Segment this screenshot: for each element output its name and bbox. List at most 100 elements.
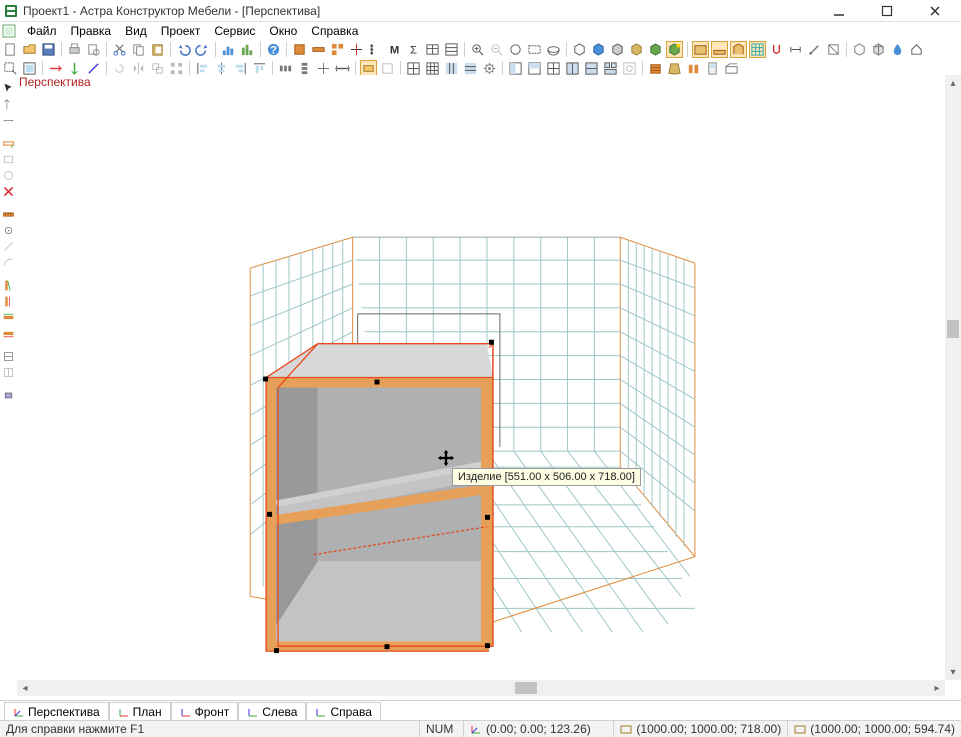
home-icon[interactable] xyxy=(908,41,925,58)
side-hardware-icon[interactable] xyxy=(1,388,16,403)
copy-icon[interactable] xyxy=(130,41,147,58)
status-roomsize-2: (1000.00; 1000.00; 594.74) xyxy=(788,721,961,737)
close-button[interactable] xyxy=(921,1,949,21)
side-arc-icon[interactable] xyxy=(1,255,16,270)
tab-perspective[interactable]: Перспектива xyxy=(4,702,109,721)
side-edge3-icon[interactable] xyxy=(1,310,16,325)
zoom-in-icon[interactable] xyxy=(469,41,486,58)
scene-svg xyxy=(17,89,945,680)
tab-plan[interactable]: План xyxy=(109,702,171,721)
maximize-button[interactable] xyxy=(873,1,901,21)
zoom-window-icon[interactable] xyxy=(526,41,543,58)
insert-panel-icon[interactable] xyxy=(310,41,327,58)
print-icon[interactable] xyxy=(66,41,83,58)
scroll-h-thumb[interactable] xyxy=(515,682,537,694)
scroll-up-icon[interactable]: ▴ xyxy=(945,75,961,91)
spec-icon[interactable] xyxy=(443,41,460,58)
viewport-3d[interactable]: Изделие [551.00 x 506.00 x 718.00] xyxy=(17,89,945,680)
side-ruler-icon[interactable] xyxy=(1,207,16,222)
new-icon[interactable] xyxy=(2,41,19,58)
menu-file[interactable]: Файл xyxy=(20,23,64,39)
show-floor-icon[interactable] xyxy=(711,41,728,58)
cube2-icon[interactable] xyxy=(870,41,887,58)
side-hole-icon[interactable] xyxy=(1,349,16,364)
show-walls-icon[interactable] xyxy=(730,41,747,58)
wireframe-icon[interactable] xyxy=(571,41,588,58)
toolbar-main: ? М Σ xyxy=(0,40,961,59)
cut-icon[interactable] xyxy=(111,41,128,58)
menu-window[interactable]: Окно xyxy=(262,23,304,39)
minimize-button[interactable] xyxy=(825,1,853,21)
shaded-icon[interactable] xyxy=(590,41,607,58)
orbit-icon[interactable] xyxy=(545,41,562,58)
side-delete-icon[interactable] xyxy=(1,184,16,199)
horizontal-scrollbar[interactable]: ◂ ▸ xyxy=(17,680,945,696)
hover-tooltip: Изделие [551.00 x 506.00 x 718.00] xyxy=(452,468,641,486)
sigma-icon[interactable]: Σ xyxy=(405,41,422,58)
undo-icon[interactable] xyxy=(175,41,192,58)
cube1-icon[interactable] xyxy=(851,41,868,58)
tool-tree-icon[interactable] xyxy=(367,41,384,58)
room-icon xyxy=(620,723,632,735)
side-rect-icon[interactable] xyxy=(1,152,16,167)
side-tool-2-icon[interactable] xyxy=(1,113,16,128)
tool-m-icon[interactable]: М xyxy=(386,41,403,58)
snap-icon[interactable] xyxy=(768,41,785,58)
side-circle-icon[interactable] xyxy=(1,168,16,183)
print-preview-icon[interactable] xyxy=(85,41,102,58)
menu-service[interactable]: Сервис xyxy=(207,23,262,39)
render2-icon[interactable] xyxy=(666,41,683,58)
scroll-v-thumb[interactable] xyxy=(947,320,959,338)
side-drill-icon[interactable] xyxy=(1,223,16,238)
menu-help[interactable]: Справка xyxy=(304,23,365,39)
textured-icon[interactable] xyxy=(628,41,645,58)
zoom-out-icon[interactable] xyxy=(488,41,505,58)
axis-icon xyxy=(180,706,192,718)
info-icon[interactable]: ? xyxy=(265,41,282,58)
axis-icon xyxy=(247,706,259,718)
tab-front[interactable]: Фронт xyxy=(171,702,239,721)
side-line-icon[interactable] xyxy=(1,239,16,254)
side-edge2-icon[interactable] xyxy=(1,294,16,309)
move-cursor-icon xyxy=(437,449,455,467)
status-num: NUM xyxy=(420,721,464,737)
zoom-fit-icon[interactable] xyxy=(507,41,524,58)
pointer-icon[interactable] xyxy=(1,81,16,96)
vertical-scrollbar[interactable]: ▴ ▾ xyxy=(945,75,961,680)
droplet-icon[interactable] xyxy=(889,41,906,58)
save-icon[interactable] xyxy=(40,41,57,58)
side-contour-icon[interactable] xyxy=(1,365,16,380)
chart1-icon[interactable] xyxy=(220,41,237,58)
insert-group-icon[interactable] xyxy=(329,41,346,58)
paste-icon[interactable] xyxy=(149,41,166,58)
redo-icon[interactable] xyxy=(194,41,211,58)
menu-project[interactable]: Проект xyxy=(154,23,208,39)
show-room-icon[interactable] xyxy=(692,41,709,58)
scroll-left-icon[interactable]: ◂ xyxy=(17,680,33,696)
svg-text:Σ: Σ xyxy=(410,44,417,56)
menu-edit[interactable]: Правка xyxy=(64,23,119,39)
side-tool-1-icon[interactable] xyxy=(1,97,16,112)
tool-axes-icon[interactable] xyxy=(348,41,365,58)
hidden-line-icon[interactable] xyxy=(609,41,626,58)
tab-left[interactable]: Слева xyxy=(238,702,306,721)
side-panel-icon[interactable] xyxy=(1,136,16,151)
tab-label: План xyxy=(133,705,162,719)
scroll-right-icon[interactable]: ▸ xyxy=(929,680,945,696)
render-icon[interactable] xyxy=(647,41,664,58)
show-grid-icon[interactable] xyxy=(749,41,766,58)
table-icon[interactable] xyxy=(424,41,441,58)
side-edge1-icon[interactable] xyxy=(1,278,16,293)
tab-right[interactable]: Справа xyxy=(306,702,380,721)
side-edge4-icon[interactable] xyxy=(1,326,16,341)
svg-text:?: ? xyxy=(270,44,277,56)
tool-misc2-icon[interactable] xyxy=(825,41,842,58)
menu-view[interactable]: Вид xyxy=(118,23,154,39)
tool-misc1-icon[interactable] xyxy=(806,41,823,58)
room-icon xyxy=(794,723,806,735)
open-icon[interactable] xyxy=(21,41,38,58)
chart2-icon[interactable] xyxy=(239,41,256,58)
scroll-down-icon[interactable]: ▾ xyxy=(945,664,961,680)
dimension-icon[interactable] xyxy=(787,41,804,58)
insert-product-icon[interactable] xyxy=(291,41,308,58)
